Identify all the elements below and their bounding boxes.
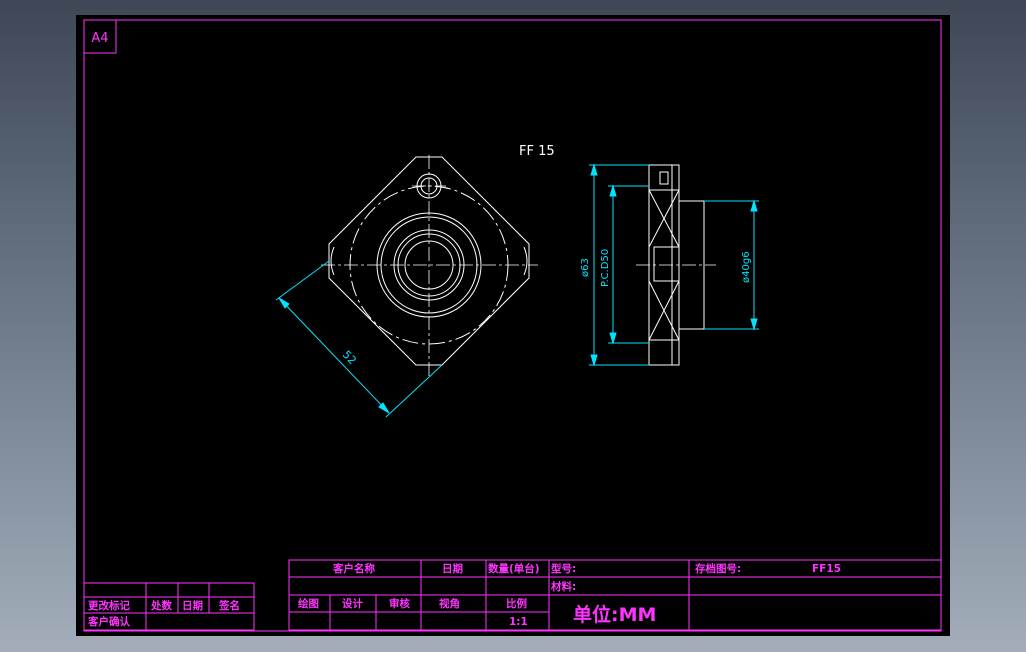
side-dimensions xyxy=(589,163,759,367)
tb-review: 审核 xyxy=(389,597,410,610)
dimension-outer-dia: ø63 xyxy=(580,258,591,277)
tb-customer-name: 客户名称 xyxy=(332,562,375,575)
dimension-52 xyxy=(275,260,443,418)
revision-division: 处数 xyxy=(150,599,172,612)
revision-change-mark: 更改标记 xyxy=(88,599,130,612)
tb-drawn: 绘图 xyxy=(298,597,319,610)
tb-quantity: 数量(单台) xyxy=(487,562,540,575)
tb-material: 材料: xyxy=(550,580,576,593)
drawing-frame xyxy=(83,19,942,632)
tb-drawing-no-value: FF15 xyxy=(812,563,841,575)
tb-date: 日期 xyxy=(442,562,463,575)
tb-scale: 比例 xyxy=(506,597,527,610)
cad-viewport[interactable]: A4 52 FF 15 ø63 P.C.D50 ø40g6 更改标记 处数 日期… xyxy=(76,15,950,636)
tb-unit: 单位:MM xyxy=(573,603,656,626)
dimension-pilot-dia: ø40g6 xyxy=(741,251,752,283)
revision-signature: 签名 xyxy=(218,599,240,612)
tb-scale-value: 1:1 xyxy=(509,616,528,628)
dimension-pcd: P.C.D50 xyxy=(600,249,611,287)
revision-date: 日期 xyxy=(182,599,203,612)
tb-drawing-no: 存档图号: xyxy=(695,562,741,575)
model-label: FF 15 xyxy=(519,144,555,159)
sheet-size-label: A4 xyxy=(91,31,108,46)
tb-model-no: 型号: xyxy=(551,562,576,575)
tb-design: 设计 xyxy=(342,597,363,610)
revision-customer-confirm: 客户确认 xyxy=(87,615,130,628)
tb-view-angle: 视角 xyxy=(439,597,460,610)
